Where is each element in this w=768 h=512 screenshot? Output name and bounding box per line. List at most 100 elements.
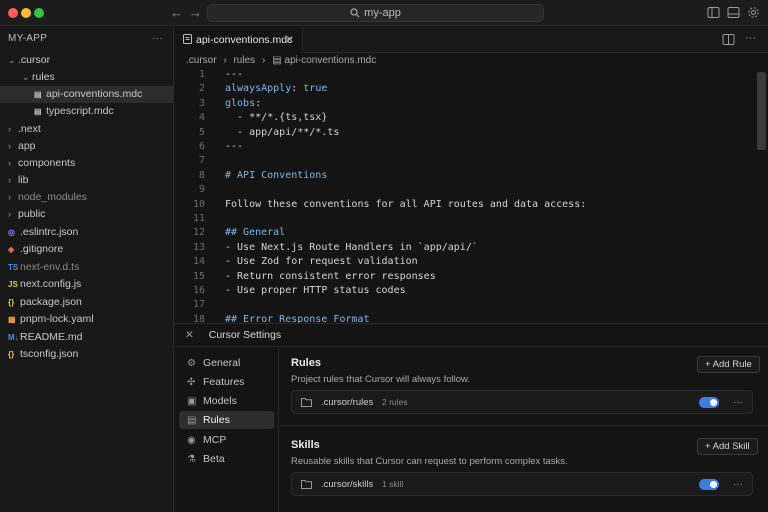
tree-item[interactable]: ◎ .eslintrc.json (0, 224, 174, 241)
close-settings-icon[interactable]: ✕ (185, 329, 194, 341)
eslint-icon: ◎ (8, 228, 15, 237)
markdown-heading: # API Conventions (225, 169, 328, 181)
editor-tab-bar: api-conventions.mdc ✕ ··· (175, 27, 768, 53)
close-tab-icon[interactable]: ✕ (285, 27, 294, 53)
rules-toggle[interactable] (699, 397, 719, 408)
yaml-key: globs (225, 97, 256, 109)
add-rule-button[interactable]: + Add Rule (697, 356, 760, 373)
minimize-window-button[interactable] (21, 8, 31, 18)
close-window-button[interactable] (8, 8, 18, 18)
tree-item[interactable]: ◆ .gitignore (0, 241, 174, 258)
line-number: 17 (192, 299, 205, 311)
toggle-sidebar-icon[interactable] (707, 6, 720, 19)
tree-item[interactable]: › .next (0, 121, 174, 138)
git-icon: ◆ (8, 245, 15, 254)
tree-item[interactable]: › node_modules (0, 189, 174, 206)
settings-nav-models[interactable]: ▣ Models (179, 392, 274, 410)
code-line: 14 - Use Zod for request validation (175, 255, 755, 270)
tab-label: api-conventions.mdc (196, 34, 293, 46)
mcp-icon: ◉ (187, 435, 196, 446)
beta-icon: ⚗ (187, 454, 196, 465)
skills-row-count: 1 skill (382, 479, 404, 489)
code-content: --- (225, 69, 244, 80)
code-line: 13 - Use Next.js Route Handlers in `app/a… (175, 241, 755, 256)
markdown-heading: ## Error Response Format (225, 313, 370, 323)
skills-row[interactable]: .cursor/skills 1 skill ··· (291, 472, 753, 496)
features-icon: ✣ (187, 377, 196, 388)
tree-item[interactable]: ▤ api-conventions.mdc (0, 86, 174, 103)
tree-item[interactable]: › components (0, 155, 174, 172)
tree-item[interactable]: M↓README.md (0, 329, 174, 346)
rules-row[interactable]: .cursor/rules 2 rules ··· (291, 390, 753, 414)
settings-nav-features[interactable]: ✣ Features (179, 373, 274, 391)
command-search-bar[interactable]: my-app (207, 4, 544, 22)
line-number: 18 (192, 313, 205, 323)
rules-section-title: Rules (291, 357, 321, 369)
markdown-heading: ## General (225, 227, 286, 239)
code-content: - Use proper HTTP status codes (225, 285, 406, 296)
tree-item[interactable]: {} package.json (0, 294, 174, 311)
breadcrumb-item[interactable]: rules (233, 55, 255, 66)
settings-gear-icon[interactable] (747, 6, 760, 19)
back-arrow-icon[interactable]: ← (170, 5, 183, 20)
line-number: 15 (192, 270, 205, 282)
toggle-panel-icon[interactable] (727, 6, 740, 19)
more-icon[interactable]: ··· (152, 27, 163, 51)
skills-more-icon[interactable]: ··· (733, 473, 743, 496)
tree-item[interactable]: TS next-env.d.ts (0, 259, 174, 276)
tree-item[interactable]: ⌄ rules (0, 69, 174, 86)
tree-item[interactable]: JS next.config.js (0, 276, 174, 293)
editor-more-icon[interactable]: ··· (745, 32, 756, 44)
code-text: --- (225, 68, 243, 83)
tree-item[interactable]: › public (0, 206, 174, 223)
tree-item-label: rules (32, 71, 55, 83)
rules-more-icon[interactable]: ··· (733, 391, 743, 414)
chevron-right-icon: › (8, 158, 11, 168)
tree-item-label: app (18, 140, 36, 152)
tree-item[interactable]: › app (0, 138, 174, 155)
line-number: 5 (198, 126, 205, 138)
line-number: 12 (192, 227, 205, 239)
code-content: - app/api/**/*.ts (225, 126, 340, 138)
skills-toggle[interactable] (699, 479, 719, 490)
tab-api-conventions[interactable]: api-conventions.mdc ✕ (175, 27, 303, 53)
settings-nav-mcp[interactable]: ◉ MCP (179, 431, 274, 449)
maximize-window-button[interactable] (34, 8, 44, 18)
code-content: - **/*.{ts,tsx} (225, 112, 328, 124)
settings-nav-label: Features (203, 376, 245, 388)
breadcrumb-item[interactable]: api-conventions.mdc (285, 55, 377, 66)
editor-scrollbar[interactable] (757, 72, 766, 150)
tree-item[interactable]: › lib (0, 172, 174, 189)
code-line: 9 (175, 183, 755, 198)
code-editor[interactable]: 1 --- 2 alwaysApply: true 3 globs: 4 - **/*.{t… (175, 68, 755, 323)
tree-item[interactable]: ▤ typescript.mdc (0, 103, 174, 120)
rules-section-desc: Project rules that Cursor will always fo… (291, 374, 470, 385)
skills-section-title: Skills (291, 439, 320, 451)
settings-nav-label: MCP (203, 434, 227, 446)
json-icon: {} (8, 350, 15, 359)
tree-item-label: package.json (20, 296, 82, 308)
forward-arrow-icon[interactable]: → (189, 5, 202, 20)
code-line: 12 ## General (175, 226, 755, 241)
skills-row-name: .cursor/skills (321, 479, 374, 490)
settings-nav-beta[interactable]: ⚗ Beta (179, 450, 274, 468)
line-number: 13 (192, 241, 205, 253)
code-text: - Use Next.js Route Handlers in `app/api… (225, 241, 478, 256)
code-line: 11 (175, 212, 755, 227)
breadcrumb-item[interactable]: .cursor (186, 55, 217, 66)
tree-item[interactable]: ⌄ .cursor (0, 52, 174, 69)
settings-nav-general[interactable]: ⚙ General (179, 354, 274, 372)
add-skill-button[interactable]: + Add Skill (697, 438, 758, 455)
settings-nav-rules[interactable]: ▤ Rules (179, 411, 274, 429)
pnpm-icon: ▦ (8, 315, 16, 324)
line-number: 16 (192, 285, 205, 296)
javascript-icon: JS (8, 280, 18, 289)
code-line: 18 ## Error Response Format (175, 313, 755, 323)
markdown-icon: M↓ (8, 333, 19, 342)
code-text: - **/*.{ts,tsx} (225, 111, 327, 126)
tree-item[interactable]: {} tsconfig.json (0, 346, 174, 363)
tree-item[interactable]: ▦ pnpm-lock.yaml (0, 311, 174, 328)
code-punct: : (291, 83, 304, 95)
explorer-header: MY-APP ··· (0, 27, 173, 51)
split-editor-icon[interactable] (722, 33, 735, 46)
